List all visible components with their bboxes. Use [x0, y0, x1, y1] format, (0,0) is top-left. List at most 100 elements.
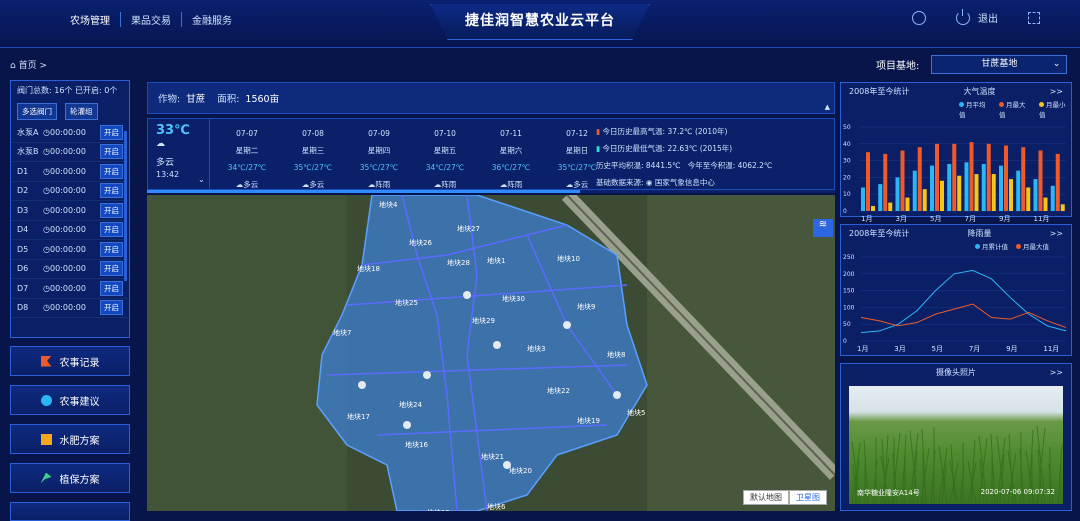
valve-open-button[interactable]: 开启 — [100, 222, 123, 238]
temp-x-tick: 5月 — [930, 215, 941, 223]
plot-label[interactable]: 地块21 — [481, 452, 504, 461]
plot-label[interactable]: 地块1 — [487, 256, 505, 265]
rain-x-tick: 9月 — [1006, 345, 1017, 353]
valve-name: 水泵A — [17, 127, 39, 137]
layers-icon[interactable]: ≋ — [813, 219, 833, 237]
camera-more-button[interactable]: >> — [1050, 368, 1063, 377]
menu-farm-advice[interactable]: 农事建议 — [10, 385, 130, 415]
plot-label[interactable]: 地块10 — [557, 254, 580, 263]
forecast-scroll[interactable] — [147, 190, 835, 193]
temp-more-button[interactable]: >> — [1050, 87, 1063, 96]
valve-open-button[interactable]: 开启 — [100, 241, 123, 257]
plot-label[interactable]: 地块20 — [509, 466, 532, 475]
rotate-group-button[interactable]: 轮灌组 — [65, 103, 98, 120]
record-icon — [40, 355, 52, 367]
forecast-weekday: 星期二 — [235, 146, 259, 155]
valve-open-button[interactable]: 开启 — [100, 280, 123, 296]
menu-protection-plan[interactable]: 植保方案 — [10, 463, 130, 493]
nav-fruit-trade[interactable]: 果品交易 — [120, 12, 181, 27]
plot-label[interactable]: 地块27 — [457, 224, 480, 233]
temp-bar — [1021, 147, 1026, 211]
collapse-icon[interactable]: ▲ — [825, 103, 830, 111]
history-avg: 历史平均积温: 8441.5℃ — [596, 161, 681, 170]
temp-x-tick: 1月 — [861, 215, 872, 223]
nav-finance[interactable]: 金融服务 — [181, 12, 242, 27]
rain-y-tick: 0 — [843, 338, 847, 345]
camera-marker-icon[interactable] — [493, 341, 501, 349]
power-icon — [956, 8, 970, 25]
forecast-date: 07-08 — [302, 129, 324, 138]
camera-marker-icon[interactable] — [563, 321, 571, 329]
forecast-range: 35℃/27℃ — [359, 163, 399, 172]
valve-open-button[interactable]: 开启 — [100, 300, 123, 316]
multi-valve-button[interactable]: 多选阀门 — [17, 103, 57, 120]
clock-icon: ◷ — [43, 186, 50, 196]
camera-marker-icon[interactable] — [403, 421, 411, 429]
user-icon[interactable] — [912, 10, 926, 25]
breadcrumb-home[interactable]: 首页 — [19, 61, 37, 71]
crop-name: 甘蔗 — [186, 94, 206, 105]
expand-icon[interactable]: ⌄ — [198, 175, 205, 184]
forecast-day: 07-10 星期五 34℃/27℃ ☁阵雨 — [412, 125, 478, 193]
plot-label[interactable]: 地块26 — [409, 238, 432, 247]
box-icon — [40, 433, 52, 445]
crop-info-bar: 作物: 甘蔗 面积: 1560亩 ▲ — [147, 82, 835, 114]
plot-label[interactable]: 地块17 — [347, 412, 370, 421]
camera-marker-icon[interactable] — [463, 291, 471, 299]
plot-label[interactable]: 地块30 — [502, 294, 525, 303]
forecast-weekday: 星期六 — [499, 146, 523, 155]
nav-farm[interactable]: 农场管理 — [70, 12, 120, 27]
valve-open-button[interactable]: 开启 — [100, 163, 123, 179]
leaf-icon — [40, 472, 52, 484]
clock-icon: ◷ — [43, 303, 50, 313]
rain-y-tick: 100 — [843, 304, 855, 311]
valve-open-button[interactable]: 开启 — [100, 202, 123, 218]
camera-marker-icon[interactable] — [358, 381, 366, 389]
plot-label[interactable]: 地块5 — [627, 408, 645, 417]
plot-label[interactable]: 地块24 — [399, 400, 422, 409]
default-map-button[interactable]: 默认地图 — [743, 490, 789, 505]
menu-more[interactable] — [10, 502, 130, 521]
valve-open-button[interactable]: 开启 — [100, 124, 123, 140]
temp-bar — [947, 163, 952, 211]
plot-label[interactable]: 地块8 — [607, 350, 625, 359]
plot-label[interactable]: 地块16 — [405, 440, 428, 449]
camera-marker-icon[interactable] — [613, 391, 621, 399]
clock-icon: ◷ — [43, 283, 50, 293]
plot-label[interactable]: 地块7 — [333, 328, 351, 337]
plot-label[interactable]: 地块29 — [472, 316, 495, 325]
plot-label[interactable]: 地块4 — [379, 200, 398, 209]
plot-label[interactable]: 地块22 — [547, 386, 570, 395]
plot-label[interactable]: 地块25 — [395, 298, 418, 307]
valve-open-button[interactable]: 开启 — [100, 261, 123, 277]
plot-label[interactable]: 地块6 — [487, 502, 506, 511]
plot-label[interactable]: 地块19 — [577, 416, 600, 425]
valve-open-button[interactable]: 开启 — [100, 144, 123, 160]
temp-bar — [895, 177, 900, 211]
base-label: 项目基地: — [876, 61, 920, 72]
fullscreen-icon[interactable] — [1028, 11, 1040, 24]
camera-photo[interactable]: 南华糖业隆安A14号 2020-07-06 09:07:32 — [849, 386, 1063, 504]
camera-marker-icon[interactable] — [503, 461, 511, 469]
logout-button[interactable]: 退出 — [956, 8, 998, 25]
plot-label[interactable]: 地块15 — [427, 508, 450, 511]
menu-fertilizer-plan[interactable]: 水肥方案 — [10, 424, 130, 454]
satellite-map[interactable]: 地块4 地块26 地块27 地块1 地块10 地块18 地块28 地块25 地块30 地块9 地块7… — [147, 195, 835, 511]
scrollbar[interactable] — [124, 131, 127, 281]
plot-label[interactable]: 地块9 — [577, 302, 595, 311]
temp-bar — [1038, 150, 1043, 211]
map-canvas[interactable]: 地块4 地块26 地块27 地块1 地块10 地块18 地块28 地块25 地块30 地块9 地块7… — [147, 195, 835, 511]
menu-farm-record[interactable]: 农事记录 — [10, 346, 130, 376]
plot-label[interactable]: 地块3 — [527, 344, 545, 353]
camera-marker-icon[interactable] — [423, 371, 431, 379]
valve-row: D7 ◷00:00:00 开启 — [11, 279, 129, 299]
plot-label[interactable]: 地块28 — [447, 258, 470, 267]
home-icon: ⌂ — [10, 61, 16, 71]
plot-label[interactable]: 地块18 — [357, 264, 380, 273]
base-dropdown[interactable]: 甘蔗基地 ⌄ — [931, 55, 1068, 74]
rain-more-button[interactable]: >> — [1050, 229, 1063, 238]
valve-row: D2 ◷00:00:00 开启 — [11, 182, 129, 201]
valve-open-button[interactable]: 开启 — [100, 183, 123, 199]
satellite-button[interactable]: 卫星图 — [789, 490, 827, 505]
base-value: 甘蔗基地 — [981, 59, 1018, 69]
